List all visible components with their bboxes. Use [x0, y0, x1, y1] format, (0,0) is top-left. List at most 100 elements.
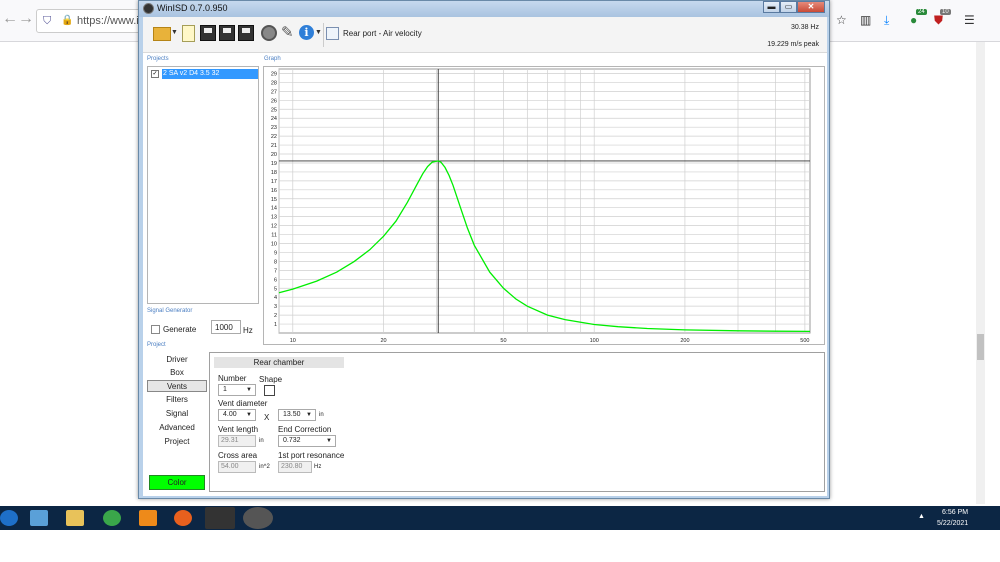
y-tick-label: 27	[271, 89, 277, 95]
y-tick-label: 26	[271, 98, 277, 104]
browser-scrollbar[interactable]	[976, 42, 985, 504]
y-tick-label: 2	[274, 313, 277, 319]
y-tick-label: 29	[271, 71, 277, 77]
end-correction-label: End Correction	[278, 425, 332, 434]
inch-unit-label: in	[319, 412, 324, 418]
graph-type-selector[interactable]: Rear port - Air velocity	[343, 29, 422, 38]
explorer-icon[interactable]	[30, 510, 48, 526]
menu-icon[interactable]: ☰	[964, 13, 975, 27]
number-select[interactable]: 1 ▼	[218, 384, 256, 396]
nav-project[interactable]: Project	[147, 436, 207, 448]
y-tick-label: 8	[274, 259, 277, 265]
open-dropdown-icon[interactable]: ▼	[171, 29, 178, 47]
open-folder-icon[interactable]	[153, 27, 171, 41]
number-label: Number	[218, 374, 247, 383]
y-tick-label: 15	[271, 197, 277, 203]
forward-arrow-icon[interactable]: →	[18, 10, 34, 28]
vlc-icon[interactable]	[139, 510, 157, 526]
save-as-icon[interactable]	[219, 25, 235, 41]
save-icon[interactable]	[200, 25, 216, 41]
nav-advanced[interactable]: Advanced	[147, 422, 207, 434]
title-bar[interactable]: WinISD 0.7.0.950 ▬ ▭ ✕	[139, 1, 829, 17]
download-icon[interactable]: ⤓	[884, 13, 889, 28]
nav-box[interactable]: Box	[147, 367, 207, 379]
port-resonance-label: 1st port resonance	[278, 451, 345, 460]
scrollbar-thumb[interactable]	[977, 334, 984, 360]
info-icon[interactable]: i	[299, 25, 314, 40]
vent-diameter-value: 4.00	[223, 411, 237, 418]
chevron-down-icon: ▼	[246, 412, 252, 418]
close-button[interactable]: ✕	[797, 1, 825, 13]
shape-selector[interactable]	[264, 385, 275, 396]
y-tick-label: 5	[274, 286, 277, 292]
y-tick-label: 16	[271, 188, 277, 194]
tab-rear-chamber[interactable]: Rear chamber	[214, 357, 344, 368]
y-tick-label: 14	[271, 206, 277, 212]
x-tick-label: 10	[290, 338, 296, 344]
end-correction-select[interactable]: 0.732 ▼	[278, 435, 336, 447]
reader-view-icon[interactable]: ▥	[860, 13, 871, 27]
url-text: https://www.ig	[77, 15, 145, 27]
chevron-down-icon: ▼	[246, 387, 252, 393]
vent-diameter-select[interactable]: 4.00 ▼	[218, 409, 256, 421]
signal-frequency-input[interactable]: 1000	[211, 320, 241, 334]
cursor-frequency-readout: 30.38 Hz	[790, 24, 819, 31]
ublock-icon[interactable]: ⛊	[934, 13, 943, 28]
y-tick-label: 24	[271, 116, 277, 122]
y-tick-label: 13	[271, 215, 277, 221]
winisd-taskbar-icon[interactable]	[243, 507, 273, 529]
info-dropdown-icon[interactable]: ▼	[315, 29, 322, 47]
y-tick-label: 6	[274, 277, 277, 283]
projects-list[interactable]: ✓ 2 SA v2 D4 3.5 32	[147, 66, 259, 304]
start-icon[interactable]	[0, 510, 18, 526]
maximize-button[interactable]: ▭	[780, 1, 797, 13]
vent-length-value: 29.31	[218, 435, 256, 447]
vent-width-value: 13.50	[283, 411, 301, 418]
extension-badge: 24	[916, 9, 927, 15]
star-icon[interactable]: ☆	[836, 13, 847, 27]
project-checkbox[interactable]: ✓	[151, 70, 159, 78]
nav-vents[interactable]: Vents	[147, 380, 207, 392]
generate-checkbox[interactable]	[151, 325, 160, 334]
folder-icon[interactable]	[66, 510, 84, 526]
graph-area[interactable]: 1 2 3 4 5 6 7 8 9 10 11 12 13 14 15 16 17 18 19 20 21 22 23 24 2…	[263, 66, 825, 345]
tools-icon[interactable]: ✎	[281, 23, 294, 41]
firefox-icon[interactable]	[174, 510, 192, 526]
minimize-button[interactable]: ▬	[763, 1, 780, 13]
y-tick-label: 19	[271, 161, 277, 167]
y-tick-label: 11	[271, 233, 277, 239]
air-velocity-chart: 1234567891011121314151617181920212223242…	[271, 68, 811, 344]
x-tick-label: 500	[800, 338, 809, 344]
vent-width-select[interactable]: 13.50 ▼	[278, 409, 316, 421]
color-button[interactable]: Color	[149, 475, 205, 490]
taskbar: ▲ 6:56 PM 5/22/2021	[0, 506, 1000, 530]
generate-label: Generate	[163, 325, 197, 334]
shield-icon[interactable]: ⛉	[43, 15, 51, 28]
graph-type-icon[interactable]	[326, 27, 339, 40]
new-project-icon[interactable]	[182, 25, 195, 42]
toolbar: ▼ ✎ i ▼ Rear port - Air velocity 30.38 H…	[143, 17, 827, 53]
save-all-icon[interactable]	[238, 25, 254, 41]
nav-filters[interactable]: Filters	[147, 394, 207, 406]
nav-signal[interactable]: Signal	[147, 408, 207, 420]
audio-app-icon[interactable]	[205, 507, 235, 529]
inch-unit-label: in	[259, 438, 264, 444]
y-tick-label: 4	[274, 295, 277, 301]
clock-time[interactable]: 6:56 PM	[942, 509, 968, 516]
y-tick-label: 22	[271, 134, 277, 140]
hz-unit-label: Hz	[243, 326, 253, 335]
end-correction-value: 0.732	[283, 437, 301, 444]
clock-date[interactable]: 5/22/2021	[937, 520, 968, 527]
y-tick-label: 28	[271, 80, 277, 86]
back-arrow-icon[interactable]: ←	[2, 10, 18, 28]
plot-frame	[278, 68, 811, 334]
tray-expand-icon[interactable]: ▲	[918, 513, 925, 520]
driver-editor-icon[interactable]	[261, 25, 277, 41]
extension-icon[interactable]: ●	[910, 13, 917, 27]
torrent-icon[interactable]	[103, 510, 121, 526]
nav-driver[interactable]: Driver	[147, 354, 207, 366]
y-tick-label: 20	[271, 152, 277, 158]
lock-icon[interactable]: 🔒	[61, 15, 73, 26]
url-bar[interactable]: ⛉ 🔒 https://www.ig	[36, 9, 146, 33]
project-item[interactable]: 2 SA v2 D4 3.5 32	[162, 69, 258, 79]
